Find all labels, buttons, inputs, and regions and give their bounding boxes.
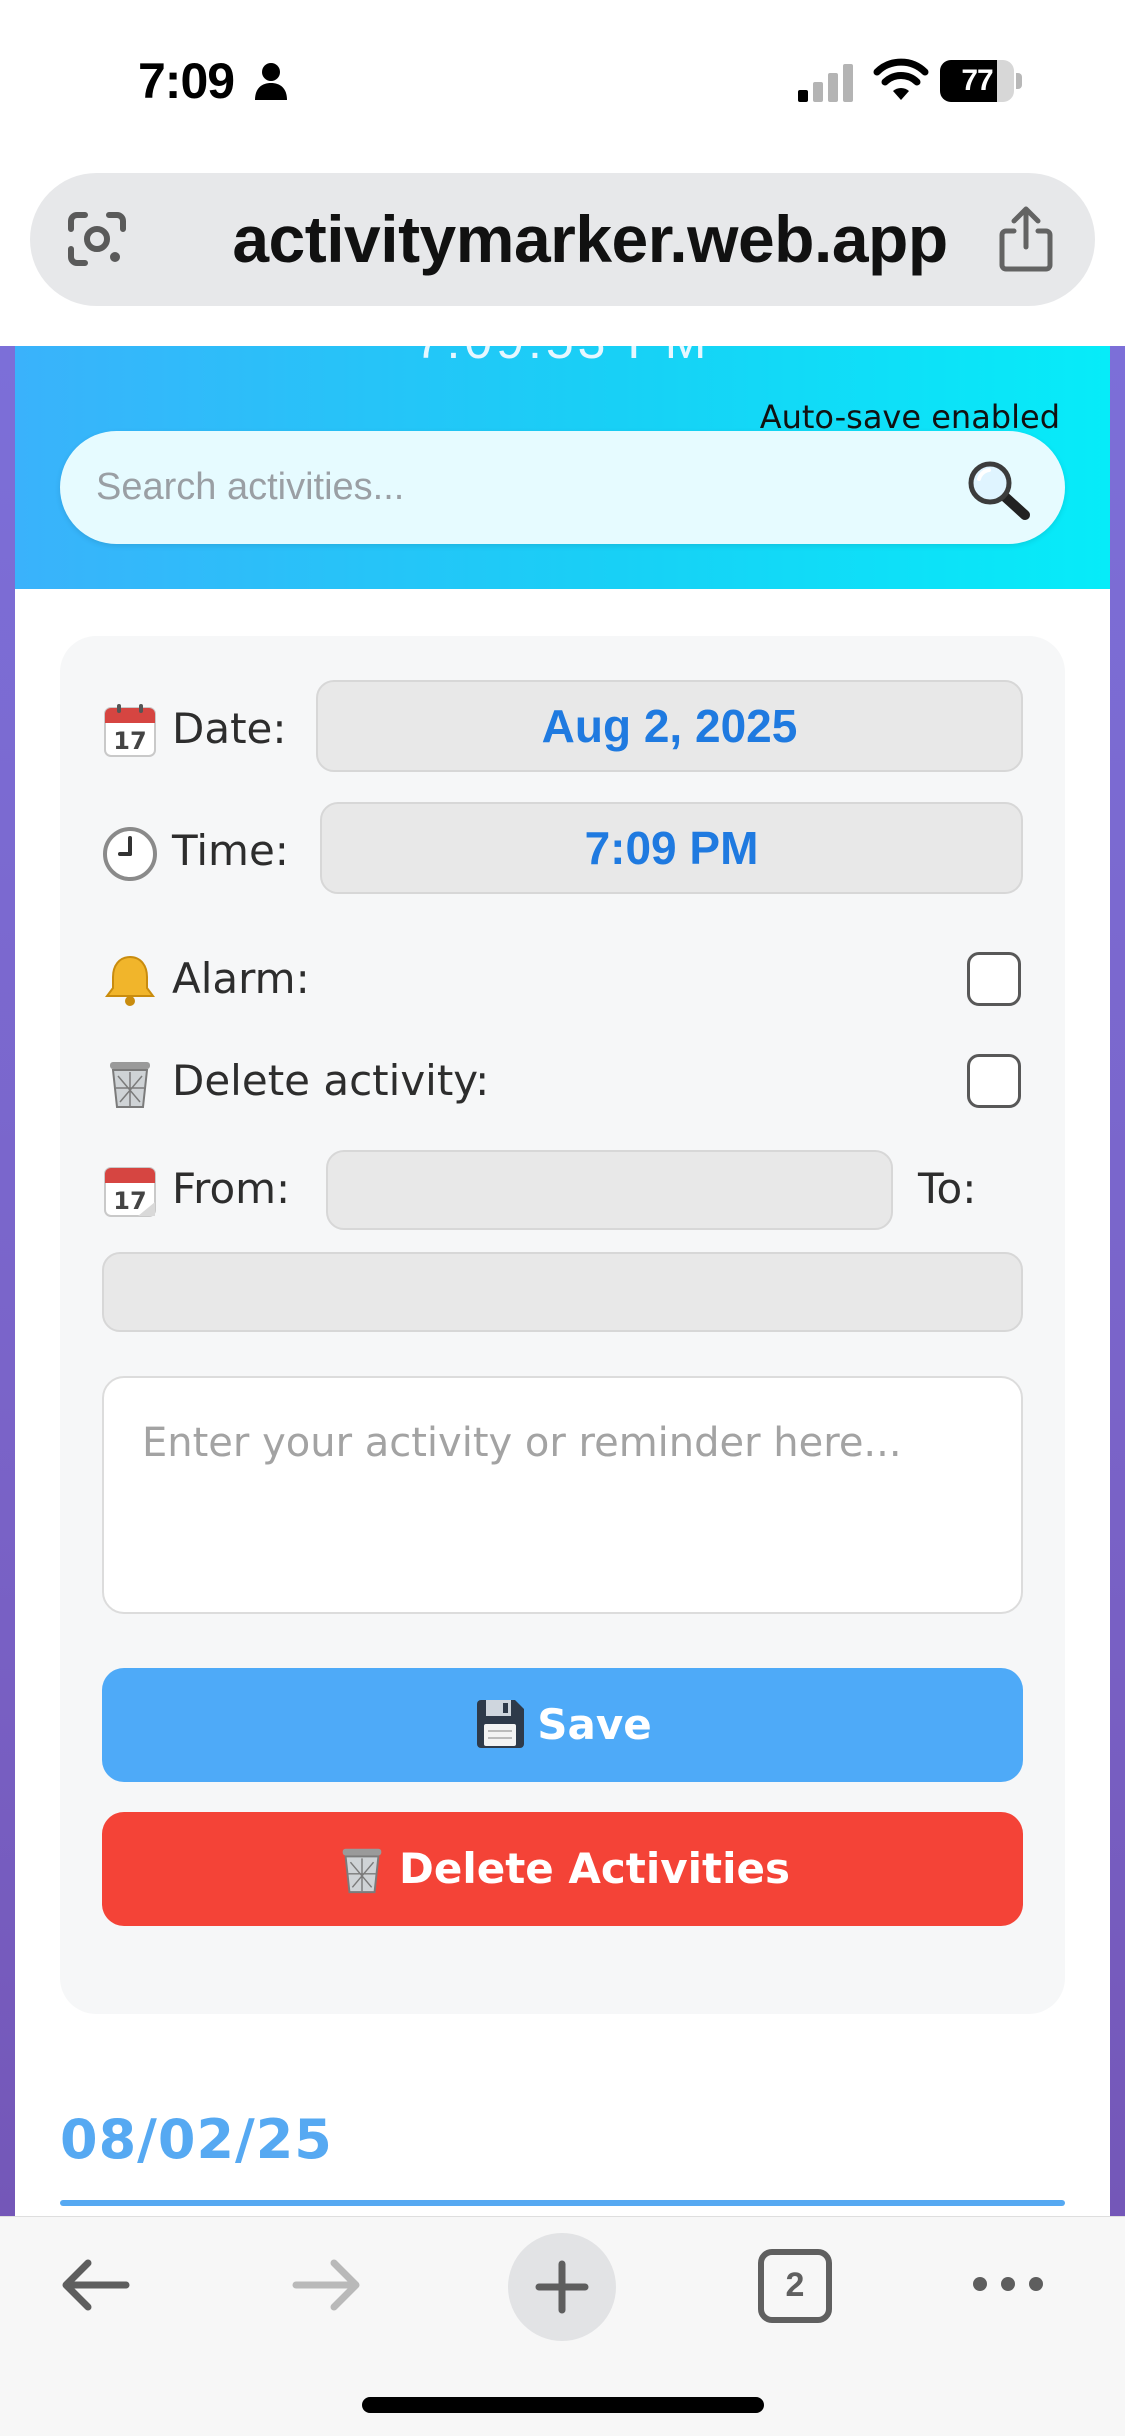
wifi-icon xyxy=(873,58,929,100)
page-border-right xyxy=(1110,346,1125,2216)
calendar-icon: 17 xyxy=(104,1167,156,1217)
calendar-icon: 17 xyxy=(104,704,156,757)
wastebasket-icon xyxy=(342,1848,382,1893)
alarm-checkbox[interactable] xyxy=(967,952,1021,1006)
camera-lens-icon[interactable] xyxy=(67,211,127,267)
web-page: 7:09:53 PM Auto-save enabled 17 Date: Au… xyxy=(0,346,1125,2216)
live-clock: 7:09:53 PM xyxy=(15,346,1110,370)
battery-body: 77 xyxy=(940,60,1014,102)
date-label: Date: xyxy=(172,704,287,753)
more-icon[interactable] xyxy=(970,2269,1046,2299)
plus-icon xyxy=(535,2260,589,2314)
delete-activity-checkbox[interactable] xyxy=(967,1054,1021,1108)
save-button[interactable]: Save xyxy=(102,1668,1023,1782)
page-border-left xyxy=(0,346,15,2216)
battery-level: 77 xyxy=(961,64,993,97)
activity-textarea[interactable] xyxy=(102,1376,1023,1614)
save-button-label: Save xyxy=(537,1700,652,1749)
tabs-button[interactable]: 2 xyxy=(758,2249,832,2323)
to-label: To: xyxy=(918,1164,977,1213)
alarm-label: Alarm: xyxy=(172,954,310,1003)
from-label: From: xyxy=(172,1164,291,1213)
url-bar[interactable]: activitymarker.web.app xyxy=(30,173,1095,306)
url-text[interactable]: activitymarker.web.app xyxy=(200,203,980,275)
app-header: 7:09:53 PM Auto-save enabled xyxy=(15,346,1110,589)
delete-activity-label: Delete activity: xyxy=(172,1056,490,1105)
person-icon xyxy=(255,63,287,100)
battery-indicator: 77 xyxy=(940,60,1022,102)
time-label: Time: xyxy=(172,826,289,875)
status-time: 7:09 xyxy=(138,53,235,109)
bell-icon xyxy=(105,955,155,1006)
cellular-signal-icon xyxy=(798,64,853,102)
share-icon[interactable] xyxy=(996,205,1056,273)
to-date-field[interactable] xyxy=(102,1252,1023,1332)
magnifier-icon[interactable] xyxy=(965,459,1031,521)
svg-text:17: 17 xyxy=(113,1187,146,1215)
activity-form: 17 Date: Aug 2, 2025 Time: 7:09 PM Alarm… xyxy=(60,636,1065,2014)
activity-date-heading: 08/02/25 xyxy=(60,2108,333,2171)
back-arrow-icon[interactable] xyxy=(58,2257,130,2313)
from-date-field[interactable] xyxy=(326,1150,893,1230)
search-input[interactable] xyxy=(96,431,916,544)
svg-text:17: 17 xyxy=(113,727,146,755)
battery-cap xyxy=(1016,73,1022,89)
date-picker[interactable]: Aug 2, 2025 xyxy=(316,680,1023,772)
new-tab-button[interactable] xyxy=(508,2233,616,2341)
delete-activities-label: Delete Activities xyxy=(398,1844,791,1893)
wastebasket-icon xyxy=(110,1062,150,1108)
search-box xyxy=(60,431,1065,544)
clock-icon xyxy=(103,827,157,881)
status-bar: 7:09 77 xyxy=(0,0,1125,160)
time-picker[interactable]: 7:09 PM xyxy=(320,802,1023,894)
floppy-disk-icon xyxy=(477,1699,525,1748)
date-divider xyxy=(60,2200,1065,2206)
home-indicator[interactable] xyxy=(362,2397,764,2413)
delete-activities-button[interactable]: Delete Activities xyxy=(102,1812,1023,1926)
forward-arrow-icon[interactable] xyxy=(292,2257,364,2313)
